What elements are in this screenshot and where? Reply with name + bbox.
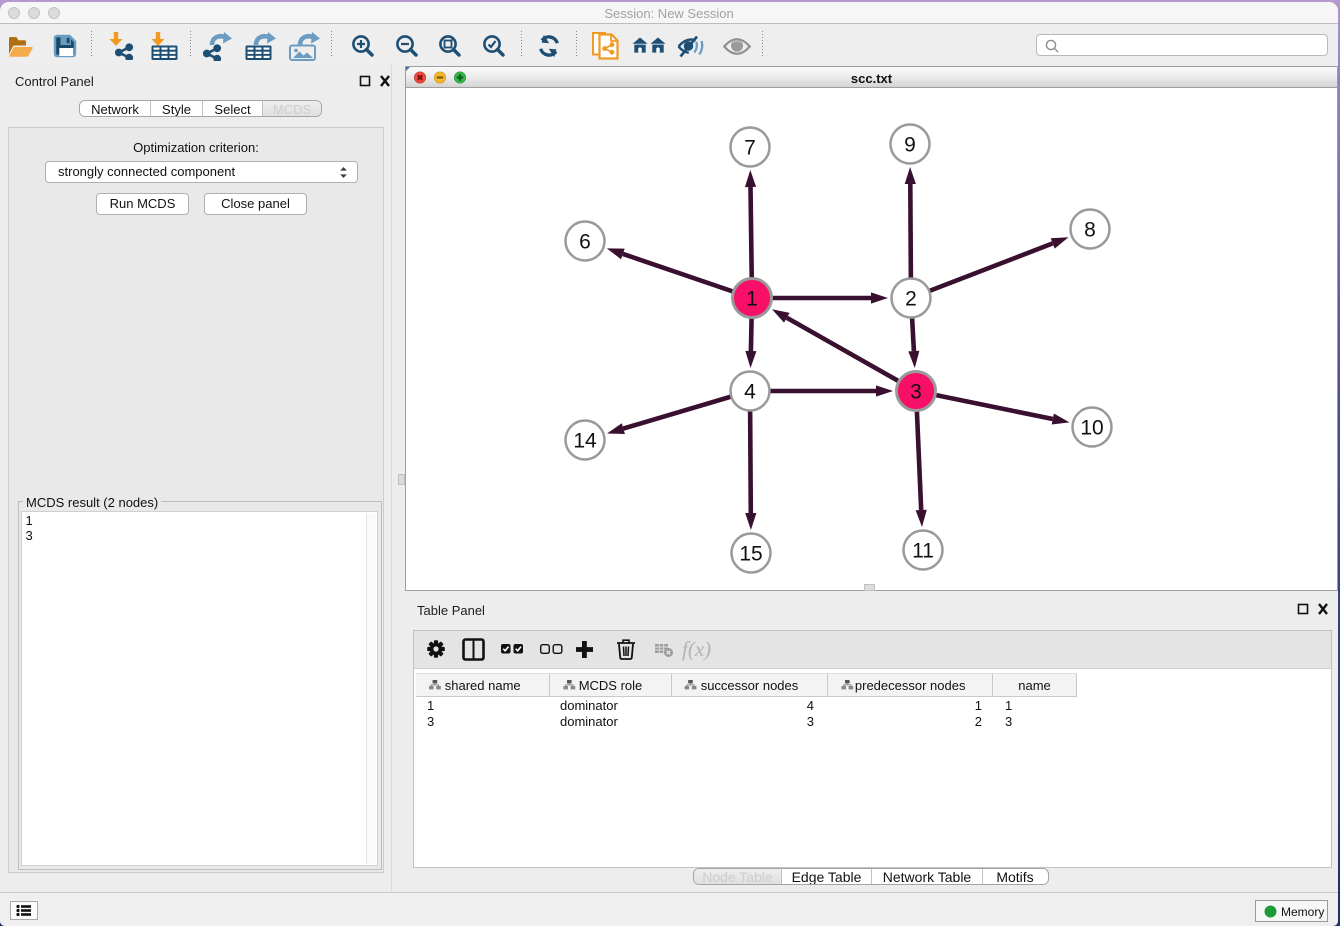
svg-text:2: 2 — [905, 287, 917, 310]
svg-text:15: 15 — [739, 542, 762, 565]
svg-text:6: 6 — [579, 230, 591, 253]
svg-text:1: 1 — [746, 287, 758, 310]
svg-text:14: 14 — [573, 429, 597, 452]
svg-text:4: 4 — [744, 380, 756, 403]
svg-text:11: 11 — [912, 539, 934, 562]
svg-text:7: 7 — [744, 136, 756, 159]
svg-text:f(x): f(x) — [682, 637, 711, 661]
svg-text:10: 10 — [1080, 416, 1103, 439]
svg-text:3: 3 — [910, 380, 922, 403]
svg-text:9: 9 — [904, 133, 916, 156]
svg-text:8: 8 — [1084, 218, 1096, 241]
